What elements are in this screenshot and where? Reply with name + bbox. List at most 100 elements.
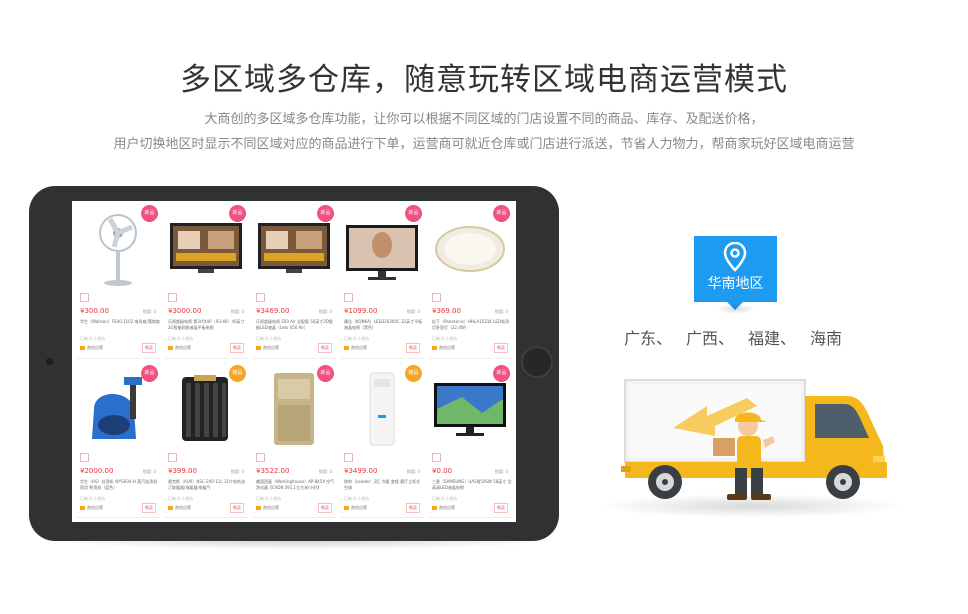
product-thumbnail[interactable] <box>80 293 89 302</box>
product-shop[interactable]: 商创自营 <box>168 345 191 351</box>
region-marker[interactable]: 华南地区 <box>694 236 777 310</box>
product-sales: 销量: 0 <box>494 468 508 474</box>
product-price: ¥2000.00 <box>80 466 114 475</box>
product-shop[interactable]: 商创自营 <box>80 345 103 351</box>
product-sales: 销量: 0 <box>318 309 332 314</box>
product-sales: 销量: 0 <box>406 309 420 314</box>
product-name[interactable]: 华生（Wahson）FS40-1102 电风扇/落地扇 <box>80 319 160 331</box>
product-shop[interactable]: 商创自营 <box>80 505 103 511</box>
product-sales: 销量: 0 <box>494 309 508 314</box>
product-badge: 新品 <box>141 364 158 382</box>
product-shop[interactable]: 商创自营 <box>432 505 455 511</box>
buy-button[interactable]: 购买 <box>406 343 420 353</box>
tablet-home-button[interactable] <box>521 346 553 378</box>
product-reviews: 已有 0 人评价 <box>168 336 194 341</box>
city-guangdong[interactable]: 广东、 <box>624 325 672 349</box>
product-shop[interactable]: 商创自营 <box>256 505 279 511</box>
product-price: ¥3499.00 <box>344 466 378 475</box>
product-price: ¥300.00 <box>80 307 109 315</box>
product-reviews: 已有 0 人评价 <box>168 495 194 501</box>
buy-button[interactable]: 购买 <box>494 343 508 353</box>
product-price: ¥3522.00 <box>256 466 290 475</box>
product-name[interactable]: 华生（HS）挂烫机 WYS030-H 蒸汽挂烫机 家用 熨烫机（蓝色） <box>80 479 160 491</box>
product-shop[interactable]: 商创自营 <box>344 505 367 511</box>
product-badge: 新品 <box>405 205 422 222</box>
product-thumbnail[interactable] <box>80 452 89 462</box>
product-price: ¥399.00 <box>168 466 197 475</box>
product-name[interactable]: 乐视超级电视 第3代X40（X3-40）40英寸2G智能网络液晶平板电视 <box>168 319 248 331</box>
product-shop[interactable]: 商创自营 <box>256 345 279 351</box>
product-price: ¥3000.00 <box>168 307 202 315</box>
product-name[interactable]: 松下（Panasonic）HHLA1521K LED吸顶灯卧室灯（22.4W） <box>432 319 512 331</box>
product-card[interactable]: 新品 ¥2000.00 销量: 0 华生（HS）挂烫机 WYS030-H 蒸汽挂烫机 … <box>76 364 160 518</box>
product-thumbnail[interactable] <box>344 293 353 302</box>
product-card[interactable]: 新品 ¥3469.00 销量: 0 乐视超级电视 S50 Air 全配版 50英寸2D… <box>252 205 336 359</box>
buy-button[interactable]: 购买 <box>494 502 508 513</box>
product-reviews: 已有 0 人评价 <box>344 336 370 341</box>
region-marker-shadow <box>716 304 756 314</box>
product-reviews: 已有 0 人评价 <box>256 495 282 501</box>
page-subtitle-line-2: 用户切换地区时显示不同区域对应的商品进行下单，运营商可就近仓库或门店进行派送，节… <box>113 137 855 152</box>
product-price: ¥1099.00 <box>344 307 378 315</box>
product-shop[interactable]: 商创自营 <box>344 345 367 351</box>
city-guangxi[interactable]: 广西、 <box>686 325 734 349</box>
product-card[interactable]: 新品 ¥1099.00 销量: 0 康佳（KONKA）LED32S300C 32英寸平… <box>340 205 424 359</box>
product-name[interactable]: 三星（SAMSUNG）UA58J50SW 58英寸 全高清LED液晶电视 <box>432 479 512 491</box>
city-hainan[interactable]: 海南 <box>810 325 842 349</box>
product-card[interactable]: 新品 ¥3522.00 销量: 0 美国西屋（Westinghouse）AP-845X… <box>252 364 336 518</box>
product-badge: 精品 <box>229 364 246 382</box>
buy-button[interactable]: 购买 <box>142 343 156 353</box>
tablet-device: 新品 ¥300.00 销量: 0 华生（Wahson）FS40-1102 电风扇/落地… <box>29 186 559 541</box>
product-thumbnail[interactable] <box>432 452 441 462</box>
product-grid: 新品 ¥300.00 销量: 0 华生（Wahson）FS40-1102 电风扇/落地… <box>76 205 512 518</box>
product-sales: 销量: 0 <box>406 468 420 474</box>
product-card[interactable]: 新品 ¥0.00 销量: 0 三星（SAMSUNG）UA58J50SW 58英寸 全高… <box>428 364 512 518</box>
city-fujian[interactable]: 福建、 <box>748 325 796 349</box>
product-sales: 销量: 0 <box>142 309 156 314</box>
product-reviews: 已有 0 人评价 <box>344 495 370 501</box>
buy-button[interactable]: 购买 <box>318 502 332 513</box>
buy-button[interactable]: 购买 <box>142 502 156 513</box>
delivery-truck-icon <box>621 379 887 500</box>
product-thumbnail[interactable] <box>432 293 441 302</box>
product-name[interactable]: 美国西屋（Westinghouse）AP-845X 空气净化器【CADR:391… <box>256 479 336 491</box>
product-shop[interactable]: 商创自营 <box>168 505 191 511</box>
buy-button[interactable]: 购买 <box>230 502 244 513</box>
map-pin-icon <box>723 242 747 272</box>
product-reviews: 已有 0 人评价 <box>432 336 458 341</box>
product-card[interactable]: 新品 ¥369.00 销量: 0 松下（Panasonic）HHLA1521K LED… <box>428 205 512 359</box>
product-reviews: 已有 0 人评价 <box>256 336 282 341</box>
product-card[interactable]: 精品 ¥3499.00 销量: 0 统帅（Leader）2匹 冷暖 变频 客厅立柜式空… <box>340 364 424 518</box>
product-reviews: 已有 0 人评价 <box>80 495 106 501</box>
product-price: ¥369.00 <box>432 307 461 315</box>
product-sales: 销量: 0 <box>318 468 332 474</box>
product-card[interactable]: 精品 ¥399.00 销量: 0 奥克斯（AUX）NSC-200-11L 11片电热油… <box>164 364 248 518</box>
product-name[interactable]: 奥克斯（AUX）NSC-200-11L 11片电热油汀取暖器/电暖器/电暖气 <box>168 479 248 491</box>
product-badge: 新品 <box>493 205 510 222</box>
product-badge: 精品 <box>405 364 422 382</box>
page-subtitle-line-1: 大商创的多区域多仓库功能，让你可以根据不同区域的门店设置不同的商品、库存、及配送… <box>204 112 764 127</box>
product-card[interactable]: 新品 ¥300.00 销量: 0 华生（Wahson）FS40-1102 电风扇/落地… <box>76 205 160 359</box>
product-thumbnail[interactable] <box>168 293 177 302</box>
product-thumbnail[interactable] <box>256 452 265 462</box>
buy-button[interactable]: 购买 <box>230 343 244 353</box>
product-thumbnail[interactable] <box>168 452 177 462</box>
product-price: ¥0.00 <box>432 466 453 475</box>
region-label: 华南地区 <box>707 276 764 292</box>
product-name[interactable]: 乐视超级电视 S50 Air 全配版 50英寸2D智能LED液晶（Letv S5… <box>256 319 336 331</box>
product-name[interactable]: 统帅（Leader）2匹 冷暖 变频 客厅立柜式空调 <box>344 479 424 491</box>
buy-button[interactable]: 购买 <box>318 343 332 353</box>
product-card[interactable]: 新品 ¥3000.00 销量: 0 乐视超级电视 第3代X40（X3-40）40英寸2… <box>164 205 248 359</box>
product-name[interactable]: 康佳（KONKA）LED32S300C 32英寸平板液晶电视（黑色） <box>344 319 424 331</box>
product-sales: 销量: 0 <box>230 309 244 314</box>
product-badge: 新品 <box>317 364 334 382</box>
buy-button[interactable]: 购买 <box>406 502 420 513</box>
product-thumbnail[interactable] <box>256 293 265 302</box>
product-shop[interactable]: 商创自营 <box>432 345 455 351</box>
tablet-screen: 新品 ¥300.00 销量: 0 华生（Wahson）FS40-1102 电风扇/落地… <box>72 201 516 522</box>
product-sales: 销量: 0 <box>230 468 244 474</box>
page-title: 多区域多仓库，随意玩转区域电商运营模式 <box>180 62 788 98</box>
product-badge: 新品 <box>493 364 510 382</box>
tablet-camera <box>46 358 53 365</box>
product-thumbnail[interactable] <box>344 452 353 462</box>
